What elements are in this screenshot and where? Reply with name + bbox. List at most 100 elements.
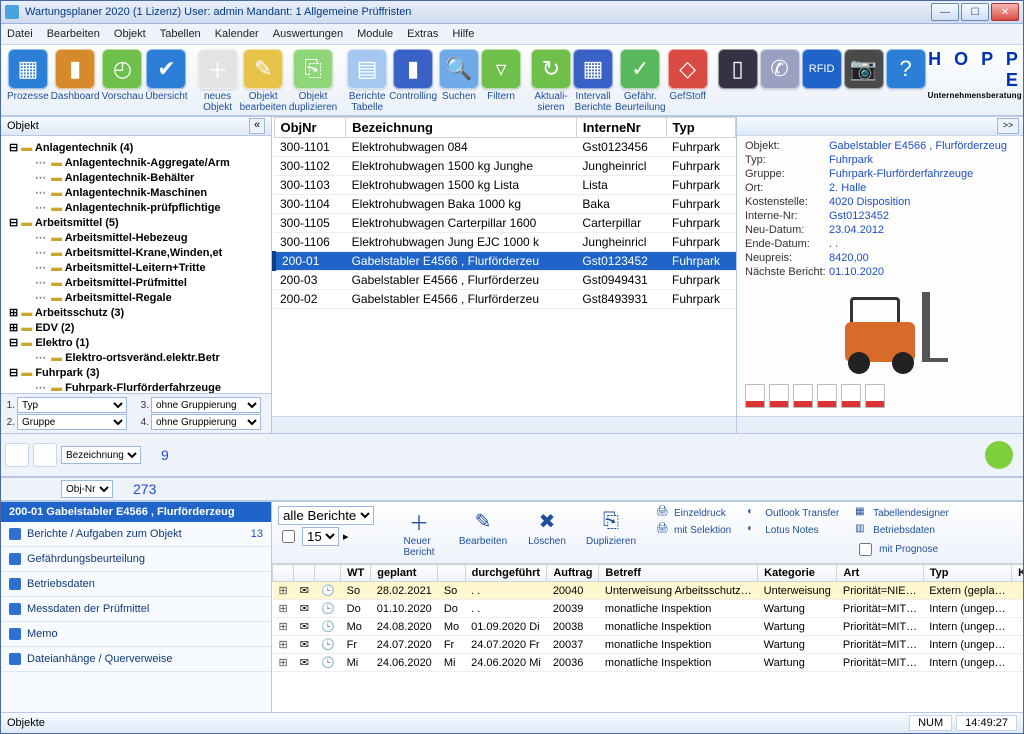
report-option[interactable]: ▥Betriebsdaten <box>855 523 949 537</box>
toolbar-prozesse[interactable]: ▦Prozesse <box>7 49 49 102</box>
report-row[interactable]: ⊞✉🕒Fr24.07.2020Fr24.07.2020 Fr20037monat… <box>273 636 1024 654</box>
minimize-button[interactable]: — <box>931 3 959 21</box>
report-row[interactable]: ⊞✉🕒Do01.10.2020Do. .20039monatliche Insp… <box>273 600 1024 618</box>
menu-objekt[interactable]: Objekt <box>114 28 146 40</box>
toolbar-btn17[interactable]: RFID <box>802 49 842 91</box>
doc-icon[interactable] <box>841 384 861 408</box>
subpanel-item[interactable]: Dateianhänge / Querverweise <box>1 647 271 672</box>
grid-col-header[interactable]: Bezeichnung <box>346 118 577 138</box>
toolbar-intervall-berichte[interactable]: ▦Intervall Berichte <box>573 49 613 113</box>
menu-hilfe[interactable]: Hilfe <box>452 28 474 40</box>
doc-icon[interactable] <box>817 384 837 408</box>
report-col-header[interactable]: Kategorie <box>758 565 837 582</box>
grid-row[interactable]: 300-1102Elektrohubwagen 1500 kg JungheJu… <box>274 157 736 176</box>
menu-bearbeiten[interactable]: Bearbeiten <box>47 28 100 40</box>
object-tree[interactable]: ⊟ ▬ Anlagentechnik (4)⋯ ▬ Anlagentechnik… <box>1 136 271 393</box>
report-löschen[interactable]: ✖Löschen <box>518 506 576 558</box>
tree-node[interactable]: ⊟ ▬ Anlagentechnik (4) <box>3 140 269 155</box>
report-col-header[interactable]: K <box>1012 565 1023 582</box>
menu-auswertungen[interactable]: Auswertungen <box>273 28 343 40</box>
toolbar-übersicht[interactable]: ✔Übersicht <box>145 49 187 102</box>
report-col-header[interactable]: Art <box>837 565 923 582</box>
report-col-header[interactable]: durchgeführt <box>465 565 547 582</box>
doc-icon[interactable] <box>865 384 885 408</box>
report-option[interactable]: ◐Lotus Notes <box>747 523 839 537</box>
subpanel-item[interactable]: Messdaten der Prüfmittel <box>1 597 271 622</box>
grid-scrollbar[interactable] <box>272 416 736 433</box>
group3-select[interactable]: ohne Gruppierung <box>151 397 261 413</box>
grid-row[interactable]: 200-02Gabelstabler E4566 , Flurförderzeu… <box>274 290 736 309</box>
details-expand-button[interactable]: >> <box>997 118 1019 134</box>
grid-row[interactable]: 300-1103Elektrohubwagen 1500 kg ListaLis… <box>274 176 736 195</box>
toolbar-dashboard[interactable]: ▮Dashboard <box>51 49 100 102</box>
grid-col-header[interactable]: InterneNr <box>576 118 666 138</box>
toolbar-vorschau[interactable]: ◴Vorschau <box>102 49 144 102</box>
group1-select[interactable]: Typ <box>17 397 127 413</box>
tree-node[interactable]: ⋯ ▬ Anlagentechnik-Maschinen <box>3 185 269 200</box>
grid-row[interactable]: 300-1106Elektrohubwagen Jung EJC 1000 kJ… <box>274 233 736 252</box>
tree-node[interactable]: ⋯ ▬ Arbeitsmittel-Regale <box>3 290 269 305</box>
tree-node[interactable]: ⋯ ▬ Arbeitsmittel-Hebezeug <box>3 230 269 245</box>
close-button[interactable]: ✕ <box>991 3 1019 21</box>
tree-node[interactable]: ⋯ ▬ Anlagentechnik-Aggregate/Arm <box>3 155 269 170</box>
toolbar-btn18[interactable]: 📷 <box>844 49 884 91</box>
menu-datei[interactable]: Datei <box>7 28 33 40</box>
doc-icon[interactable] <box>793 384 813 408</box>
report-neuer-bericht[interactable]: ＋Neuer Bericht <box>390 506 448 558</box>
report-row[interactable]: ⊞✉🕒So28.02.2021So. .20040Unterweisung Ar… <box>273 582 1024 600</box>
grid-row[interactable]: 200-01Gabelstabler E4566 , Flurförderzeu… <box>274 252 736 271</box>
report-col-header[interactable]: geplant <box>371 565 438 582</box>
toolbar-aktuali--sieren[interactable]: ↻Aktuali- sieren <box>531 49 571 113</box>
report-row[interactable]: ⊞✉🕒Mi24.06.2020Mi24.06.2020 Mi20036monat… <box>273 654 1024 672</box>
report-col-header[interactable]: Auftrag <box>547 565 599 582</box>
toolbar-btn19[interactable]: ? <box>886 49 926 91</box>
tree-node[interactable]: ⊟ ▬ Elektro (1) <box>3 335 269 350</box>
report-option[interactable]: ▦Tabellendesigner <box>855 506 949 520</box>
tree-node[interactable]: ⋯ ▬ Fuhrpark-Flurförderfahrzeuge <box>3 380 269 393</box>
report-col-header[interactable]: Betreff <box>599 565 758 582</box>
sort-field-2[interactable]: Obj-Nr <box>61 480 113 498</box>
subpanel-item[interactable]: Gefährdungsbeurteilung <box>1 547 271 572</box>
subpanel-item[interactable]: Berichte / Aufgaben zum Objekt13 <box>1 522 271 547</box>
tree-collapse-button[interactable]: « <box>249 118 265 134</box>
details-scrollbar[interactable] <box>737 416 1023 433</box>
report-col-header[interactable] <box>438 565 465 582</box>
grid-col-header[interactable]: ObjNr <box>274 118 346 138</box>
report-col-header[interactable] <box>294 565 315 582</box>
subpanel-item[interactable]: Memo <box>1 622 271 647</box>
menu-module[interactable]: Module <box>357 28 393 40</box>
tree-node[interactable]: ⋯ ▬ Arbeitsmittel-Krane,Winden,et <box>3 245 269 260</box>
sort-field-1[interactable]: Bezeichnung <box>61 446 141 464</box>
menu-extras[interactable]: Extras <box>407 28 438 40</box>
toolbar-filtern[interactable]: ▿Filtern <box>481 49 521 102</box>
doc-icon[interactable] <box>745 384 765 408</box>
menu-kalender[interactable]: Kalender <box>215 28 259 40</box>
object-grid[interactable]: ObjNrBezeichnungInterneNrTyp300-1101Elek… <box>272 117 736 416</box>
report-bearbeiten[interactable]: ✎Bearbeiten <box>454 506 512 558</box>
toolbar-neues-objekt[interactable]: ＋neues Objekt <box>198 49 238 113</box>
toolbar-objekt-duplizieren[interactable]: ⎘Objekt duplizieren <box>289 49 337 113</box>
group4-select[interactable]: ohne Gruppierung <box>151 414 261 430</box>
maximize-button[interactable]: ☐ <box>961 3 989 21</box>
toolbar-btn15[interactable]: ▯ <box>718 49 758 91</box>
grid-row[interactable]: 300-1101Elektrohubwagen 084Gst0123456Fuh… <box>274 138 736 157</box>
toolbar-btn16[interactable]: ✆ <box>760 49 800 91</box>
attachments-icons[interactable] <box>737 380 1023 416</box>
tree-node[interactable]: ⊟ ▬ Arbeitsmittel (5) <box>3 215 269 230</box>
tree-node[interactable]: ⋯ ▬ Arbeitsmittel-Leitern+Tritte <box>3 260 269 275</box>
grid-col-header[interactable]: Typ <box>666 118 736 138</box>
report-option[interactable]: 🖨Einzeldruck <box>656 506 731 520</box>
report-filter[interactable]: alle Berichte <box>278 506 374 525</box>
report-duplizieren[interactable]: ⎘Duplizieren <box>582 506 640 558</box>
report-option[interactable]: 🖨mit Selektion <box>656 523 731 537</box>
tree-node[interactable]: ⋯ ▬ Anlagentechnik-Behälter <box>3 170 269 185</box>
tree-node[interactable]: ⊟ ▬ Fuhrpark (3) <box>3 365 269 380</box>
report-checkbox[interactable] <box>282 530 295 543</box>
doc-icon[interactable] <box>769 384 789 408</box>
reports-grid[interactable]: WTgeplantdurchgeführtAuftragBetreffKateg… <box>272 564 1023 712</box>
tree-node[interactable]: ⋯ ▬ Arbeitsmittel-Prüfmittel <box>3 275 269 290</box>
mid-button[interactable] <box>33 443 57 467</box>
toolbar-objekt-bearbeiten[interactable]: ✎Objekt bearbeiten <box>240 49 287 113</box>
tree-node[interactable]: ⋯ ▬ Anlagentechnik-prüfpflichtige <box>3 200 269 215</box>
report-col-header[interactable]: Typ <box>923 565 1011 582</box>
